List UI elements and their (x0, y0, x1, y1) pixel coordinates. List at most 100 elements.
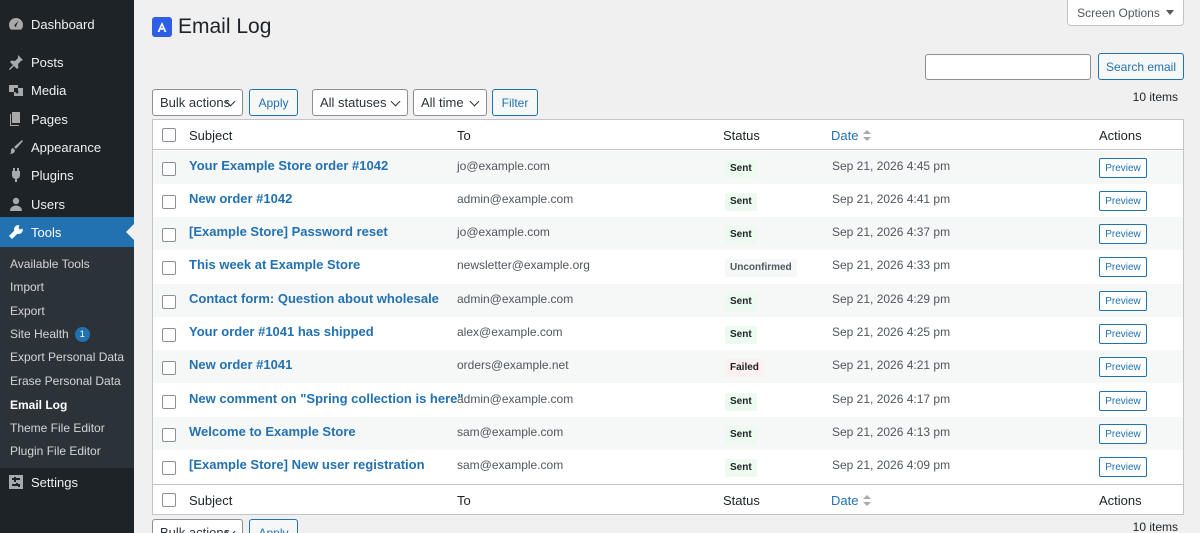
preview-button[interactable]: Preview (1099, 391, 1147, 411)
sidebar-item-dashboard[interactable]: Dashboard (0, 9, 134, 39)
email-recipient: sam@example.com (457, 425, 564, 439)
email-subject-link[interactable]: Your order #1041 has shipped (189, 324, 374, 339)
submenu-item-email-log[interactable]: Email Log (10, 398, 67, 412)
sidebar-item-appearance[interactable]: Appearance (0, 132, 134, 162)
submenu-item-erase-personal-data[interactable]: Erase Personal Data (10, 374, 121, 388)
sidebar-item-posts[interactable]: Posts (0, 47, 134, 77)
sidebar-item-label: Dashboard (31, 16, 95, 32)
apply-button-bottom[interactable]: Apply (249, 519, 298, 533)
search-input[interactable] (925, 54, 1091, 80)
preview-button[interactable]: Preview (1099, 158, 1147, 178)
email-date: Sep 21, 2026 4:17 pm (832, 392, 951, 406)
email-recipient: admin@example.com (457, 192, 574, 206)
preview-button[interactable]: Preview (1099, 457, 1147, 477)
preview-button[interactable]: Preview (1099, 191, 1147, 211)
email-date: Sep 21, 2026 4:37 pm (832, 225, 951, 239)
column-header-date[interactable]: Date (831, 128, 872, 143)
time-filter-select[interactable]: All time (413, 89, 487, 116)
preview-button[interactable]: Preview (1099, 324, 1147, 344)
user-icon (9, 197, 23, 211)
apply-button[interactable]: Apply (249, 89, 298, 116)
sidebar-item-pages[interactable]: Pages (0, 104, 134, 134)
email-date: Sep 21, 2026 4:45 pm (832, 159, 951, 173)
row-checkbox[interactable] (162, 195, 176, 209)
column-footer-actions: Actions (1099, 493, 1142, 508)
email-subject-link[interactable]: Contact form: Question about wholesale (189, 291, 439, 306)
table-row: Your Example Store order #1042 jo@exampl… (153, 151, 1183, 184)
submenu-item-site-health[interactable]: Site Health 1 (10, 327, 90, 342)
status-badge: Sent (725, 426, 757, 444)
preview-button[interactable]: Preview (1099, 424, 1147, 444)
submenu-item-plugin-file-editor[interactable]: Plugin File Editor (10, 444, 101, 458)
row-checkbox[interactable] (162, 295, 176, 309)
email-subject-link[interactable]: [Example Store] Password reset (189, 224, 388, 239)
column-footer-date[interactable]: Date (831, 493, 872, 508)
sidebar-item-label: Posts (31, 54, 64, 70)
row-checkbox[interactable] (162, 428, 176, 442)
sidebar-item-label: Tools (31, 224, 62, 240)
items-count: 10 items (1132, 90, 1178, 104)
admin-sidebar: Dashboard Posts Media Pages Appearance P… (0, 0, 134, 533)
screen-options-button[interactable]: Screen Options (1067, 0, 1184, 26)
items-count-bottom: 10 items (1132, 520, 1178, 533)
submenu-item-export[interactable]: Export (10, 304, 45, 318)
email-subject-link[interactable]: New comment on "Spring collection is her… (189, 391, 464, 406)
submenu-item-export-personal-data[interactable]: Export Personal Data (10, 350, 124, 364)
email-subject-link[interactable]: New order #1041 (189, 357, 292, 372)
column-header-status: Status (723, 128, 760, 143)
email-subject-link[interactable]: Welcome to Example Store (189, 424, 356, 439)
email-subject-link[interactable]: This week at Example Store (189, 257, 360, 272)
submenu-label: Theme File Editor (10, 421, 105, 435)
filter-button[interactable]: Filter (492, 89, 538, 116)
email-subject-link[interactable]: Your Example Store order #1042 (189, 158, 388, 173)
sidebar-item-label: Settings (31, 474, 78, 490)
email-recipient: admin@example.com (457, 292, 574, 306)
sidebar-item-settings[interactable]: Settings (0, 467, 134, 497)
pages-icon (9, 112, 23, 126)
column-footer-to: To (457, 493, 471, 508)
table-row: New order #1041 orders@example.net Faile… (153, 350, 1183, 383)
submenu-label: Email Log (10, 398, 68, 412)
row-checkbox[interactable] (162, 461, 176, 475)
status-filter-select[interactable]: All statuses (312, 89, 408, 116)
row-checkbox[interactable] (162, 395, 176, 409)
row-checkbox[interactable] (162, 361, 176, 375)
preview-button[interactable]: Preview (1099, 291, 1147, 311)
column-header-subject: Subject (189, 128, 233, 143)
email-subject-link[interactable]: [Example Store] New user registration (189, 457, 425, 472)
submenu-item-available-tools[interactable]: Available Tools (10, 257, 90, 271)
row-checkbox[interactable] (162, 228, 176, 242)
site-health-count-badge: 1 (74, 327, 90, 342)
preview-button[interactable]: Preview (1099, 357, 1147, 377)
bulk-actions-select[interactable]: Bulk actions (152, 89, 243, 116)
status-badge: Sent (725, 160, 757, 178)
sidebar-item-users[interactable]: Users (0, 189, 134, 219)
submenu-label: Plugin File Editor (10, 444, 101, 458)
date-footer-label: Date (831, 493, 859, 508)
sidebar-item-tools[interactable]: Tools (0, 217, 134, 247)
email-date: Sep 21, 2026 4:25 pm (832, 325, 951, 339)
select-all-checkbox[interactable] (162, 128, 176, 142)
submenu-label: Export Personal Data (10, 350, 125, 364)
sidebar-item-label: Media (31, 82, 67, 98)
sidebar-item-plugins[interactable]: Plugins (0, 160, 134, 190)
row-checkbox[interactable] (162, 328, 176, 342)
submenu-label: Erase Personal Data (10, 374, 121, 388)
submenu-item-theme-file-editor[interactable]: Theme File Editor (10, 421, 105, 435)
row-checkbox[interactable] (162, 162, 176, 176)
submenu-label: Export (10, 304, 45, 318)
email-recipient: jo@example.com (457, 159, 550, 173)
preview-button[interactable]: Preview (1099, 224, 1147, 244)
status-filter-value: All statuses (320, 95, 387, 110)
email-subject-link[interactable]: New order #1042 (189, 191, 292, 206)
bulk-actions-select-bottom[interactable]: Bulk actions (152, 519, 243, 533)
bulk-actions-value: Bulk actions (160, 95, 231, 110)
row-checkbox[interactable] (162, 261, 176, 275)
date-header-label: Date (831, 128, 859, 143)
select-all-checkbox-footer[interactable] (162, 493, 176, 507)
search-email-button[interactable]: Search email (1098, 53, 1184, 80)
submenu-item-import[interactable]: Import (10, 280, 44, 294)
status-badge: Sent (725, 459, 757, 477)
preview-button[interactable]: Preview (1099, 257, 1147, 277)
sidebar-item-media[interactable]: Media (0, 75, 134, 105)
